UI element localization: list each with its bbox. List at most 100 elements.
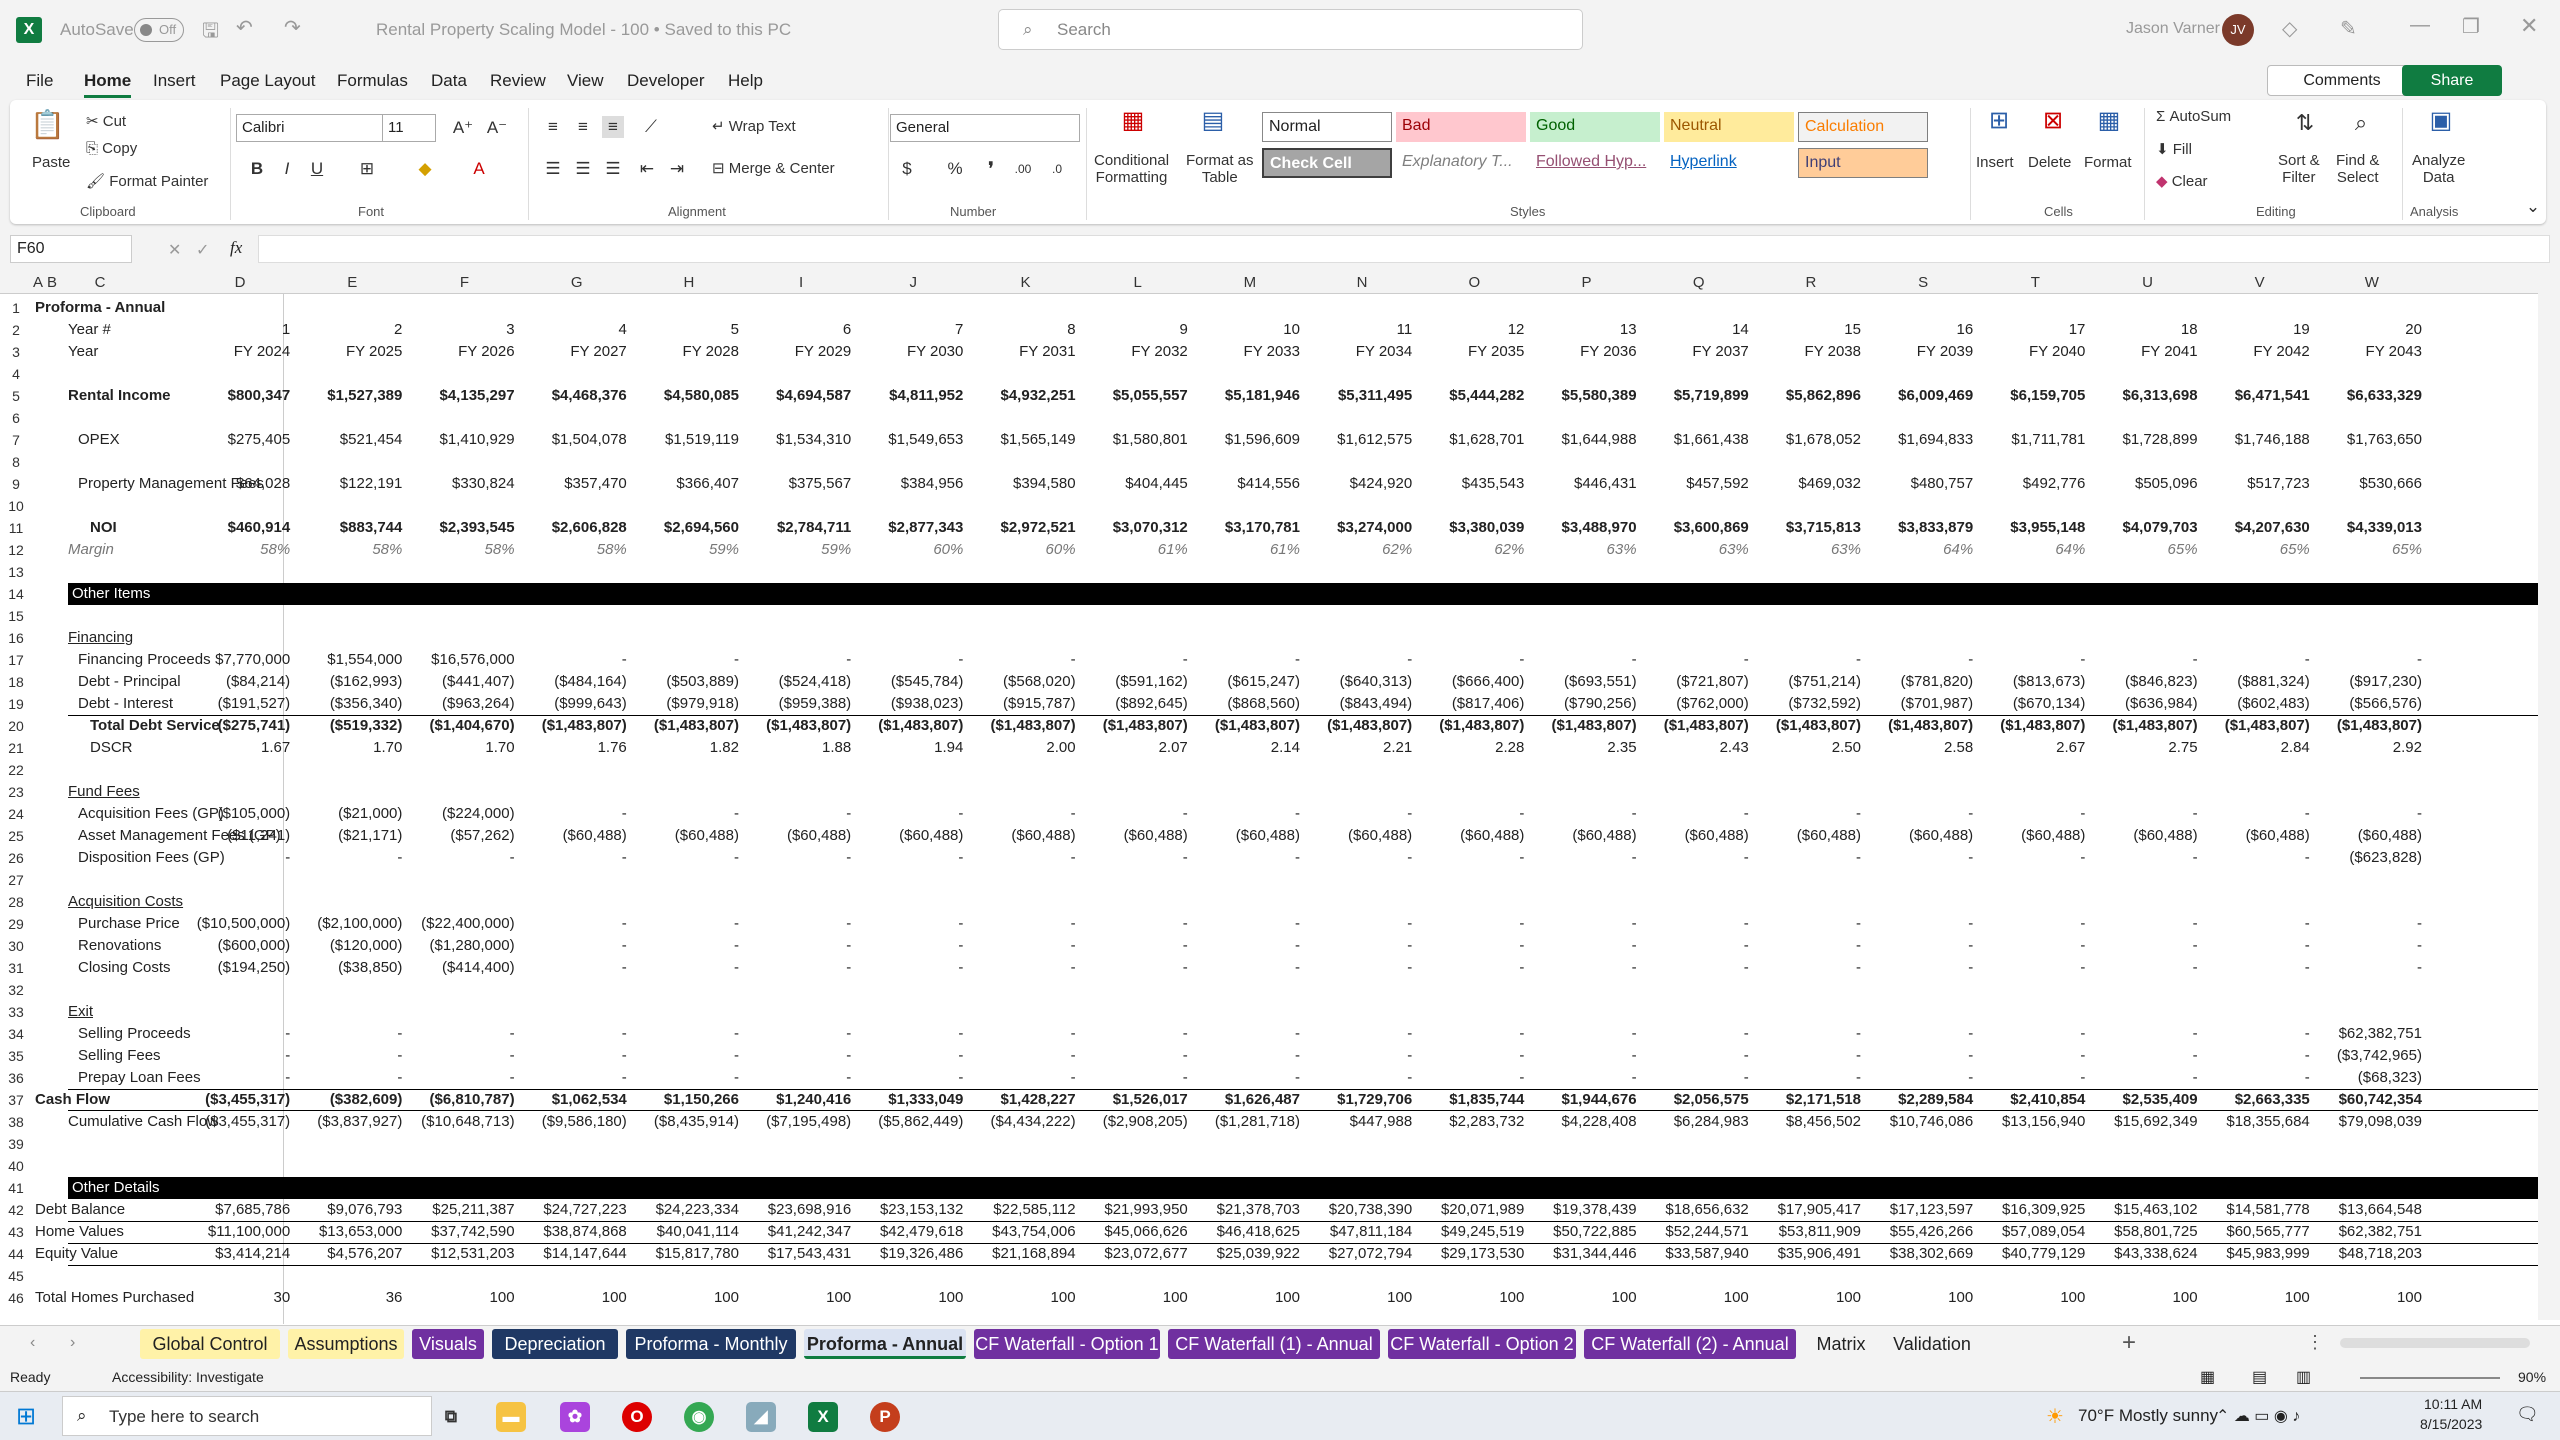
search-box[interactable]: ⌕ Search bbox=[998, 9, 1583, 50]
italic-icon[interactable]: I bbox=[276, 158, 298, 180]
data-cell[interactable]: - bbox=[1530, 1067, 1637, 1089]
row-header[interactable]: 2 bbox=[0, 319, 32, 341]
data-cell[interactable]: - bbox=[1306, 803, 1412, 825]
data-cell[interactable]: ($693,551) bbox=[1530, 671, 1637, 693]
data-cell[interactable]: - bbox=[1194, 1045, 1300, 1067]
accessibility-status[interactable]: Accessibility: Investigate bbox=[112, 1369, 264, 1385]
data-cell[interactable]: ($60,488) bbox=[745, 825, 851, 847]
data-cell[interactable]: $2,056,575 bbox=[1643, 1089, 1749, 1111]
menu-file[interactable]: File bbox=[26, 71, 53, 91]
data-cell[interactable]: $38,874,868 bbox=[521, 1221, 626, 1243]
row-header[interactable]: 19 bbox=[0, 693, 32, 715]
menu-home[interactable]: Home bbox=[84, 71, 132, 98]
data-cell[interactable]: ($60,488) bbox=[1643, 825, 1749, 847]
increase-decimal-icon[interactable]: .00 bbox=[1012, 158, 1034, 180]
format-cells-icon[interactable]: ▦ bbox=[2092, 109, 2126, 144]
row-header[interactable]: 12 bbox=[0, 539, 32, 561]
data-cell[interactable]: - bbox=[1194, 1067, 1300, 1089]
align-left-icon[interactable]: ☰ bbox=[542, 158, 564, 180]
data-cell[interactable]: $53,811,909 bbox=[1755, 1221, 1861, 1243]
data-cell[interactable]: $469,032 bbox=[1755, 473, 1861, 495]
data-cell[interactable]: - bbox=[521, 1023, 627, 1045]
data-cell[interactable]: $2,410,854 bbox=[1979, 1089, 2085, 1111]
data-cell[interactable]: $1,661,438 bbox=[1643, 429, 1749, 451]
find-select-button[interactable]: Find & Select bbox=[2336, 152, 2379, 186]
data-cell[interactable]: $40,779,129 bbox=[1979, 1243, 2085, 1265]
data-cell[interactable]: $1,694,833 bbox=[1867, 429, 1973, 451]
data-cell[interactable]: $15,463,102 bbox=[2091, 1199, 2197, 1221]
data-cell[interactable]: ($813,673) bbox=[1979, 671, 2086, 693]
data-cell[interactable]: - bbox=[1306, 1045, 1412, 1067]
underline-icon[interactable]: U bbox=[306, 158, 328, 180]
data-cell[interactable]: ($9,586,180) bbox=[521, 1111, 627, 1133]
data-cell[interactable]: ($2,908,205) bbox=[1082, 1111, 1188, 1133]
row-header[interactable]: 44 bbox=[0, 1243, 32, 1265]
data-cell[interactable]: $3,488,970 bbox=[1530, 517, 1637, 539]
data-cell[interactable]: $1,763,650 bbox=[2316, 429, 2422, 451]
data-cell[interactable]: ($640,313) bbox=[1306, 671, 1413, 693]
data-cell[interactable]: $505,096 bbox=[2091, 473, 2198, 495]
data-cell[interactable]: ($1,483,807) bbox=[1755, 715, 1861, 737]
data-cell[interactable]: - bbox=[1643, 847, 1749, 869]
data-cell[interactable]: - bbox=[2316, 803, 2422, 825]
data-cell[interactable]: ($1,483,807) bbox=[857, 715, 963, 737]
data-cell[interactable]: $414,556 bbox=[1194, 473, 1300, 495]
menu-insert[interactable]: Insert bbox=[153, 71, 196, 91]
tab-cf-waterfall-option-1[interactable]: CF Waterfall - Option 1 bbox=[974, 1329, 1160, 1359]
data-cell[interactable]: ($623,828) bbox=[2316, 847, 2422, 869]
row-header[interactable]: 25 bbox=[0, 825, 32, 847]
analyze-data-icon[interactable]: ▣ bbox=[2424, 109, 2458, 144]
data-cell[interactable]: $800,347 bbox=[184, 385, 291, 407]
data-cell[interactable]: ($120,000) bbox=[296, 935, 403, 957]
data-cell[interactable]: $4,468,376 bbox=[521, 385, 627, 407]
data-cell[interactable]: $1,526,017 bbox=[1082, 1089, 1188, 1111]
data-cell[interactable]: 65% bbox=[2316, 539, 2422, 561]
data-cell[interactable]: - bbox=[1082, 847, 1188, 869]
tab-scroll-left-icon[interactable]: ‹ bbox=[30, 1334, 35, 1352]
data-cell[interactable]: ($959,388) bbox=[745, 693, 852, 715]
data-cell[interactable]: - bbox=[1306, 913, 1412, 935]
data-cell[interactable]: - bbox=[521, 913, 627, 935]
data-cell[interactable]: $1,644,988 bbox=[1530, 429, 1637, 451]
name-box[interactable]: F60 bbox=[10, 235, 132, 263]
data-cell[interactable]: $43,338,624 bbox=[2091, 1243, 2197, 1265]
data-cell[interactable]: ($881,324) bbox=[2204, 671, 2310, 693]
spreadsheet-grid[interactable]: ABCDEFGHIJKLMNOPQRSTUVW 1 2 3 4 5 6 7 8 9 10 11 12 1… bbox=[0, 270, 2560, 1325]
data-cell[interactable]: $10,746,086 bbox=[1867, 1111, 1973, 1133]
data-cell[interactable]: $52,244,571 bbox=[1643, 1221, 1748, 1243]
data-cell[interactable]: - bbox=[2316, 913, 2422, 935]
data-cell[interactable]: ($60,488) bbox=[2091, 825, 2197, 847]
data-cell[interactable]: - bbox=[2204, 1023, 2310, 1045]
data-cell[interactable]: - bbox=[1867, 1045, 1973, 1067]
data-cell[interactable]: 100 bbox=[745, 1287, 851, 1309]
data-cell[interactable]: $1,410,929 bbox=[408, 429, 515, 451]
data-cell[interactable]: 100 bbox=[633, 1287, 739, 1309]
style-good[interactable]: Good bbox=[1530, 112, 1660, 142]
data-cell[interactable]: 30 bbox=[184, 1287, 291, 1309]
row-header[interactable]: 39 bbox=[0, 1133, 32, 1155]
data-cell[interactable]: - bbox=[2204, 957, 2310, 979]
data-cell[interactable]: $23,072,677 bbox=[1082, 1243, 1187, 1265]
data-cell[interactable]: 63% bbox=[1643, 539, 1749, 561]
share-button[interactable]: Share bbox=[2402, 65, 2502, 96]
data-cell[interactable]: ($868,560) bbox=[1194, 693, 1300, 715]
data-cell[interactable]: 100 bbox=[2204, 1287, 2310, 1309]
data-cell[interactable]: $2,606,828 bbox=[521, 517, 627, 539]
data-cell[interactable]: 100 bbox=[1418, 1287, 1524, 1309]
data-cell[interactable]: - bbox=[184, 1023, 290, 1045]
tab-proforma-annual[interactable]: Proforma - Annual bbox=[804, 1329, 966, 1359]
data-cell[interactable]: $5,444,282 bbox=[1418, 385, 1524, 407]
data-cell[interactable]: $2,393,545 bbox=[408, 517, 515, 539]
data-cell[interactable]: $2,972,521 bbox=[969, 517, 1076, 539]
data-cell[interactable]: - bbox=[521, 935, 627, 957]
data-cell[interactable]: - bbox=[633, 1023, 739, 1045]
data-cell[interactable]: $357,470 bbox=[521, 473, 627, 495]
data-cell[interactable]: 100 bbox=[1867, 1287, 1973, 1309]
data-cell[interactable]: 36 bbox=[296, 1287, 403, 1309]
data-cell[interactable]: - bbox=[969, 935, 1076, 957]
taskbar-search[interactable]: ⌕ Type here to search bbox=[62, 1396, 432, 1436]
row-header[interactable]: 45 bbox=[0, 1265, 32, 1287]
format-painter-button[interactable]: 🖌 Format Painter bbox=[86, 172, 208, 190]
data-cell[interactable]: - bbox=[1418, 935, 1524, 957]
data-cell[interactable]: 58% bbox=[521, 539, 627, 561]
